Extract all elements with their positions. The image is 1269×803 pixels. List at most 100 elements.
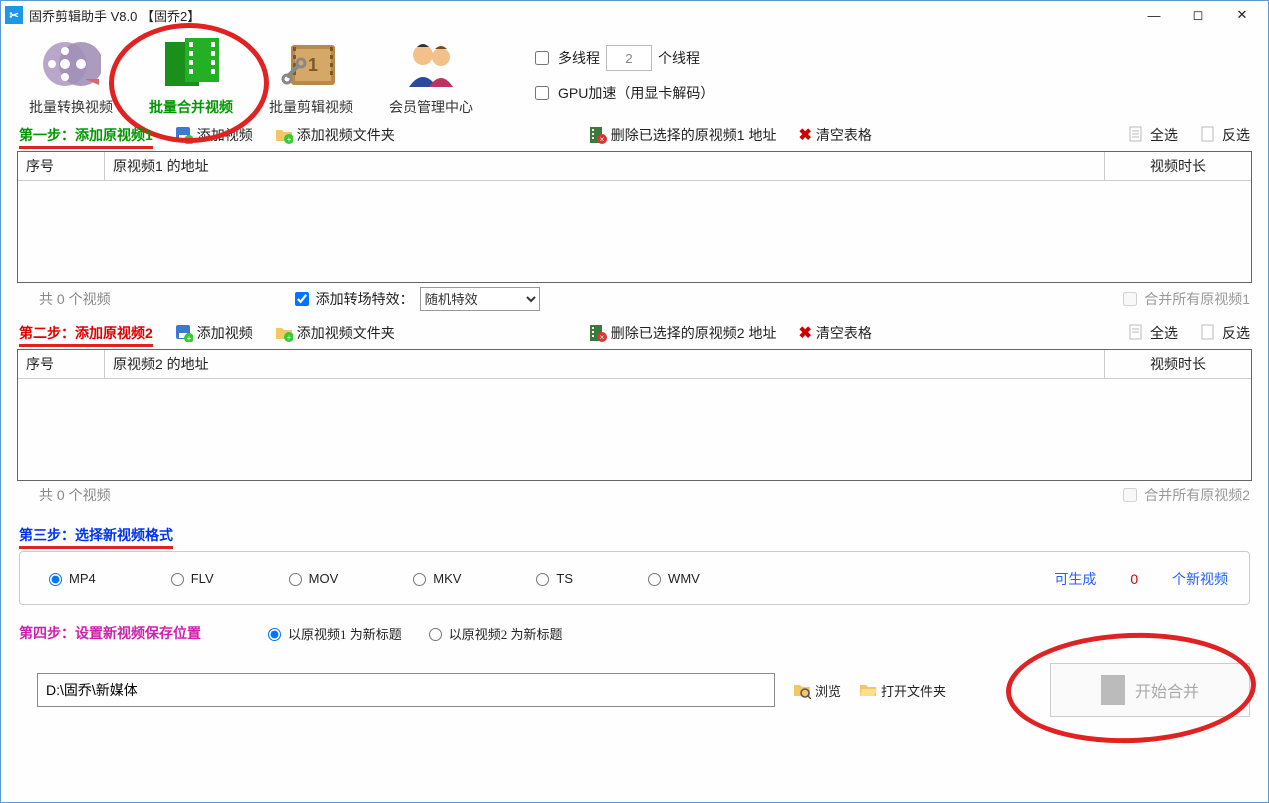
folder-add-icon: + bbox=[275, 324, 293, 342]
title-opt1[interactable]: 以原视频1 为新标题 bbox=[263, 624, 402, 643]
page-icon bbox=[1128, 126, 1146, 144]
disk-add-icon: + bbox=[175, 126, 193, 144]
col-index: 序号 bbox=[18, 152, 105, 180]
tool-member[interactable]: 会员管理中心 bbox=[371, 35, 491, 117]
svg-text:×: × bbox=[599, 333, 604, 342]
film-delete-icon: × bbox=[589, 126, 607, 144]
step4-row: 第四步：设置新视频保存位置 以原视频1 为新标题 以原视频2 为新标题 bbox=[1, 621, 1268, 645]
col-duration: 视频时长 bbox=[1105, 152, 1251, 180]
col-duration: 视频时长 bbox=[1105, 350, 1251, 378]
tool-merge-label: 批量合并视频 bbox=[149, 97, 233, 117]
thread-unit-label: 个线程 bbox=[658, 48, 700, 68]
page-icon bbox=[1200, 126, 1218, 144]
step1-footer: 共 0 个视频 添加转场特效： 随机特效 合并所有原视频1 bbox=[1, 283, 1268, 315]
step1-clear[interactable]: ✖ 清空表格 bbox=[798, 125, 871, 145]
format-ts[interactable]: TS bbox=[531, 570, 573, 586]
annotation-underline bbox=[19, 546, 173, 549]
folder-open-icon bbox=[859, 681, 877, 699]
film-merge-icon bbox=[159, 35, 223, 93]
page-icon bbox=[1200, 324, 1218, 342]
browse-button[interactable]: 浏览 bbox=[793, 681, 841, 700]
step2-delete[interactable]: × 删除已选择的原视频2 地址 bbox=[589, 323, 777, 343]
step2-add-folder[interactable]: + 添加视频文件夹 bbox=[275, 323, 395, 343]
app-icon: ✂ bbox=[5, 6, 23, 24]
format-flv[interactable]: FLV bbox=[166, 570, 214, 586]
multithread-checkbox[interactable] bbox=[535, 51, 549, 65]
tool-merge[interactable]: 批量合并视频 bbox=[131, 35, 251, 117]
video1-count: 共 0 个视频 bbox=[39, 289, 111, 309]
step1-label: 第一步：添加原视频1 bbox=[19, 125, 153, 145]
path-row: 浏览 打开文件夹 开始合并 bbox=[19, 663, 1250, 717]
step1-add-folder[interactable]: + 添加视频文件夹 bbox=[275, 125, 395, 145]
people-icon bbox=[399, 35, 463, 93]
format-mov[interactable]: MOV bbox=[284, 570, 339, 586]
tool-convert[interactable]: 批量转换视频 bbox=[11, 35, 131, 117]
gpu-checkbox[interactable] bbox=[535, 86, 549, 100]
step2-footer: 共 0 个视频 合并所有原视频2 bbox=[1, 481, 1268, 509]
merge-all-1[interactable]: 合并所有原视频1 bbox=[1119, 289, 1250, 309]
thread-count-input[interactable] bbox=[606, 45, 652, 71]
film-edit-icon: 1 bbox=[279, 35, 343, 93]
format-mp4[interactable]: MP4 bbox=[44, 570, 96, 586]
step2-clear[interactable]: ✖ 清空表格 bbox=[798, 323, 871, 343]
step3-label: 第三步：选择新视频格式 bbox=[19, 525, 173, 545]
close-button[interactable]: ✕ bbox=[1220, 1, 1264, 29]
x-icon: ✖ bbox=[798, 125, 811, 145]
x-icon: ✖ bbox=[798, 323, 811, 343]
step2-invert[interactable]: 反选 bbox=[1200, 323, 1250, 343]
step3-row: 第三步：选择新视频格式 bbox=[1, 523, 1268, 547]
annotation-underline bbox=[19, 344, 153, 347]
col-path: 原视频2 的地址 bbox=[105, 350, 1105, 378]
folder-search-icon bbox=[793, 681, 811, 699]
merge-all-2[interactable]: 合并所有原视频2 bbox=[1119, 485, 1250, 505]
tool-edit[interactable]: 1 批量剪辑视频 bbox=[251, 35, 371, 117]
step2-add-video[interactable]: + 添加视频 bbox=[175, 323, 253, 343]
col-index: 序号 bbox=[18, 350, 105, 378]
tool-member-label: 会员管理中心 bbox=[389, 97, 473, 117]
step1-delete[interactable]: × 删除已选择的原视频1 地址 bbox=[589, 125, 777, 145]
step1-select-all[interactable]: 全选 bbox=[1128, 125, 1178, 145]
film-reel-icon bbox=[39, 35, 103, 93]
transition-checkbox-wrap[interactable]: 添加转场特效： bbox=[291, 289, 414, 309]
svg-text:+: + bbox=[186, 136, 191, 144]
save-path-input[interactable] bbox=[37, 673, 775, 707]
step4-label: 第四步：设置新视频保存位置 bbox=[19, 623, 201, 643]
transition-select[interactable]: 随机特效 bbox=[420, 287, 540, 311]
step1-add-video[interactable]: + 添加视频 bbox=[175, 125, 253, 145]
format-mkv[interactable]: MKV bbox=[408, 570, 461, 586]
step2-label: 第二步：添加原视频2 bbox=[19, 323, 153, 343]
folder-add-icon: + bbox=[275, 126, 293, 144]
building-icon bbox=[1101, 675, 1125, 705]
svg-text:+: + bbox=[186, 334, 191, 342]
maximize-button[interactable]: ◻ bbox=[1176, 1, 1220, 29]
col-path: 原视频1 的地址 bbox=[105, 152, 1105, 180]
step1-invert[interactable]: 反选 bbox=[1200, 125, 1250, 145]
disk-add-icon: + bbox=[175, 324, 193, 342]
svg-text:+: + bbox=[286, 135, 291, 144]
tool-edit-label: 批量剪辑视频 bbox=[269, 97, 353, 117]
thread-options: 多线程 个线程 GPU加速（用显卡解码） bbox=[531, 45, 714, 103]
minimize-button[interactable]: — bbox=[1132, 1, 1176, 29]
start-merge-button[interactable]: 开始合并 bbox=[1050, 663, 1250, 717]
multithread-label: 多线程 bbox=[558, 48, 600, 68]
svg-text:×: × bbox=[599, 135, 604, 144]
step2-select-all[interactable]: 全选 bbox=[1128, 323, 1178, 343]
step1-row: 第一步：添加原视频1 + 添加视频 + 添加视频文件夹 × 删除已选择的原视频1… bbox=[1, 123, 1268, 147]
video2-count: 共 0 个视频 bbox=[39, 485, 111, 505]
step2-row: 第二步：添加原视频2 + 添加视频 + 添加视频文件夹 × 删除已选择的原视频2… bbox=[1, 321, 1268, 345]
generate-info: 可生成 0 个新视频 bbox=[1054, 569, 1228, 589]
video2-table[interactable]: 序号 原视频2 的地址 视频时长 bbox=[17, 349, 1252, 481]
svg-text:+: + bbox=[286, 333, 291, 342]
transition-checkbox[interactable] bbox=[295, 292, 309, 306]
video1-table[interactable]: 序号 原视频1 的地址 视频时长 bbox=[17, 151, 1252, 283]
svg-text:1: 1 bbox=[308, 55, 318, 75]
open-folder-button[interactable]: 打开文件夹 bbox=[859, 681, 946, 700]
window-title: 固乔剪辑助手 V8.0 【固乔2】 bbox=[29, 6, 200, 25]
merge-all-2-checkbox[interactable] bbox=[1123, 488, 1137, 502]
main-toolbar: 批量转换视频 批量合并视频 1 批量剪辑视频 会员管理中心 多线程 bbox=[1, 29, 1268, 117]
title-opt2[interactable]: 以原视频2 为新标题 bbox=[424, 624, 563, 643]
gpu-label: GPU加速（用显卡解码） bbox=[558, 83, 714, 103]
merge-all-1-checkbox[interactable] bbox=[1123, 292, 1137, 306]
format-wmv[interactable]: WMV bbox=[643, 570, 700, 586]
page-icon bbox=[1128, 324, 1146, 342]
